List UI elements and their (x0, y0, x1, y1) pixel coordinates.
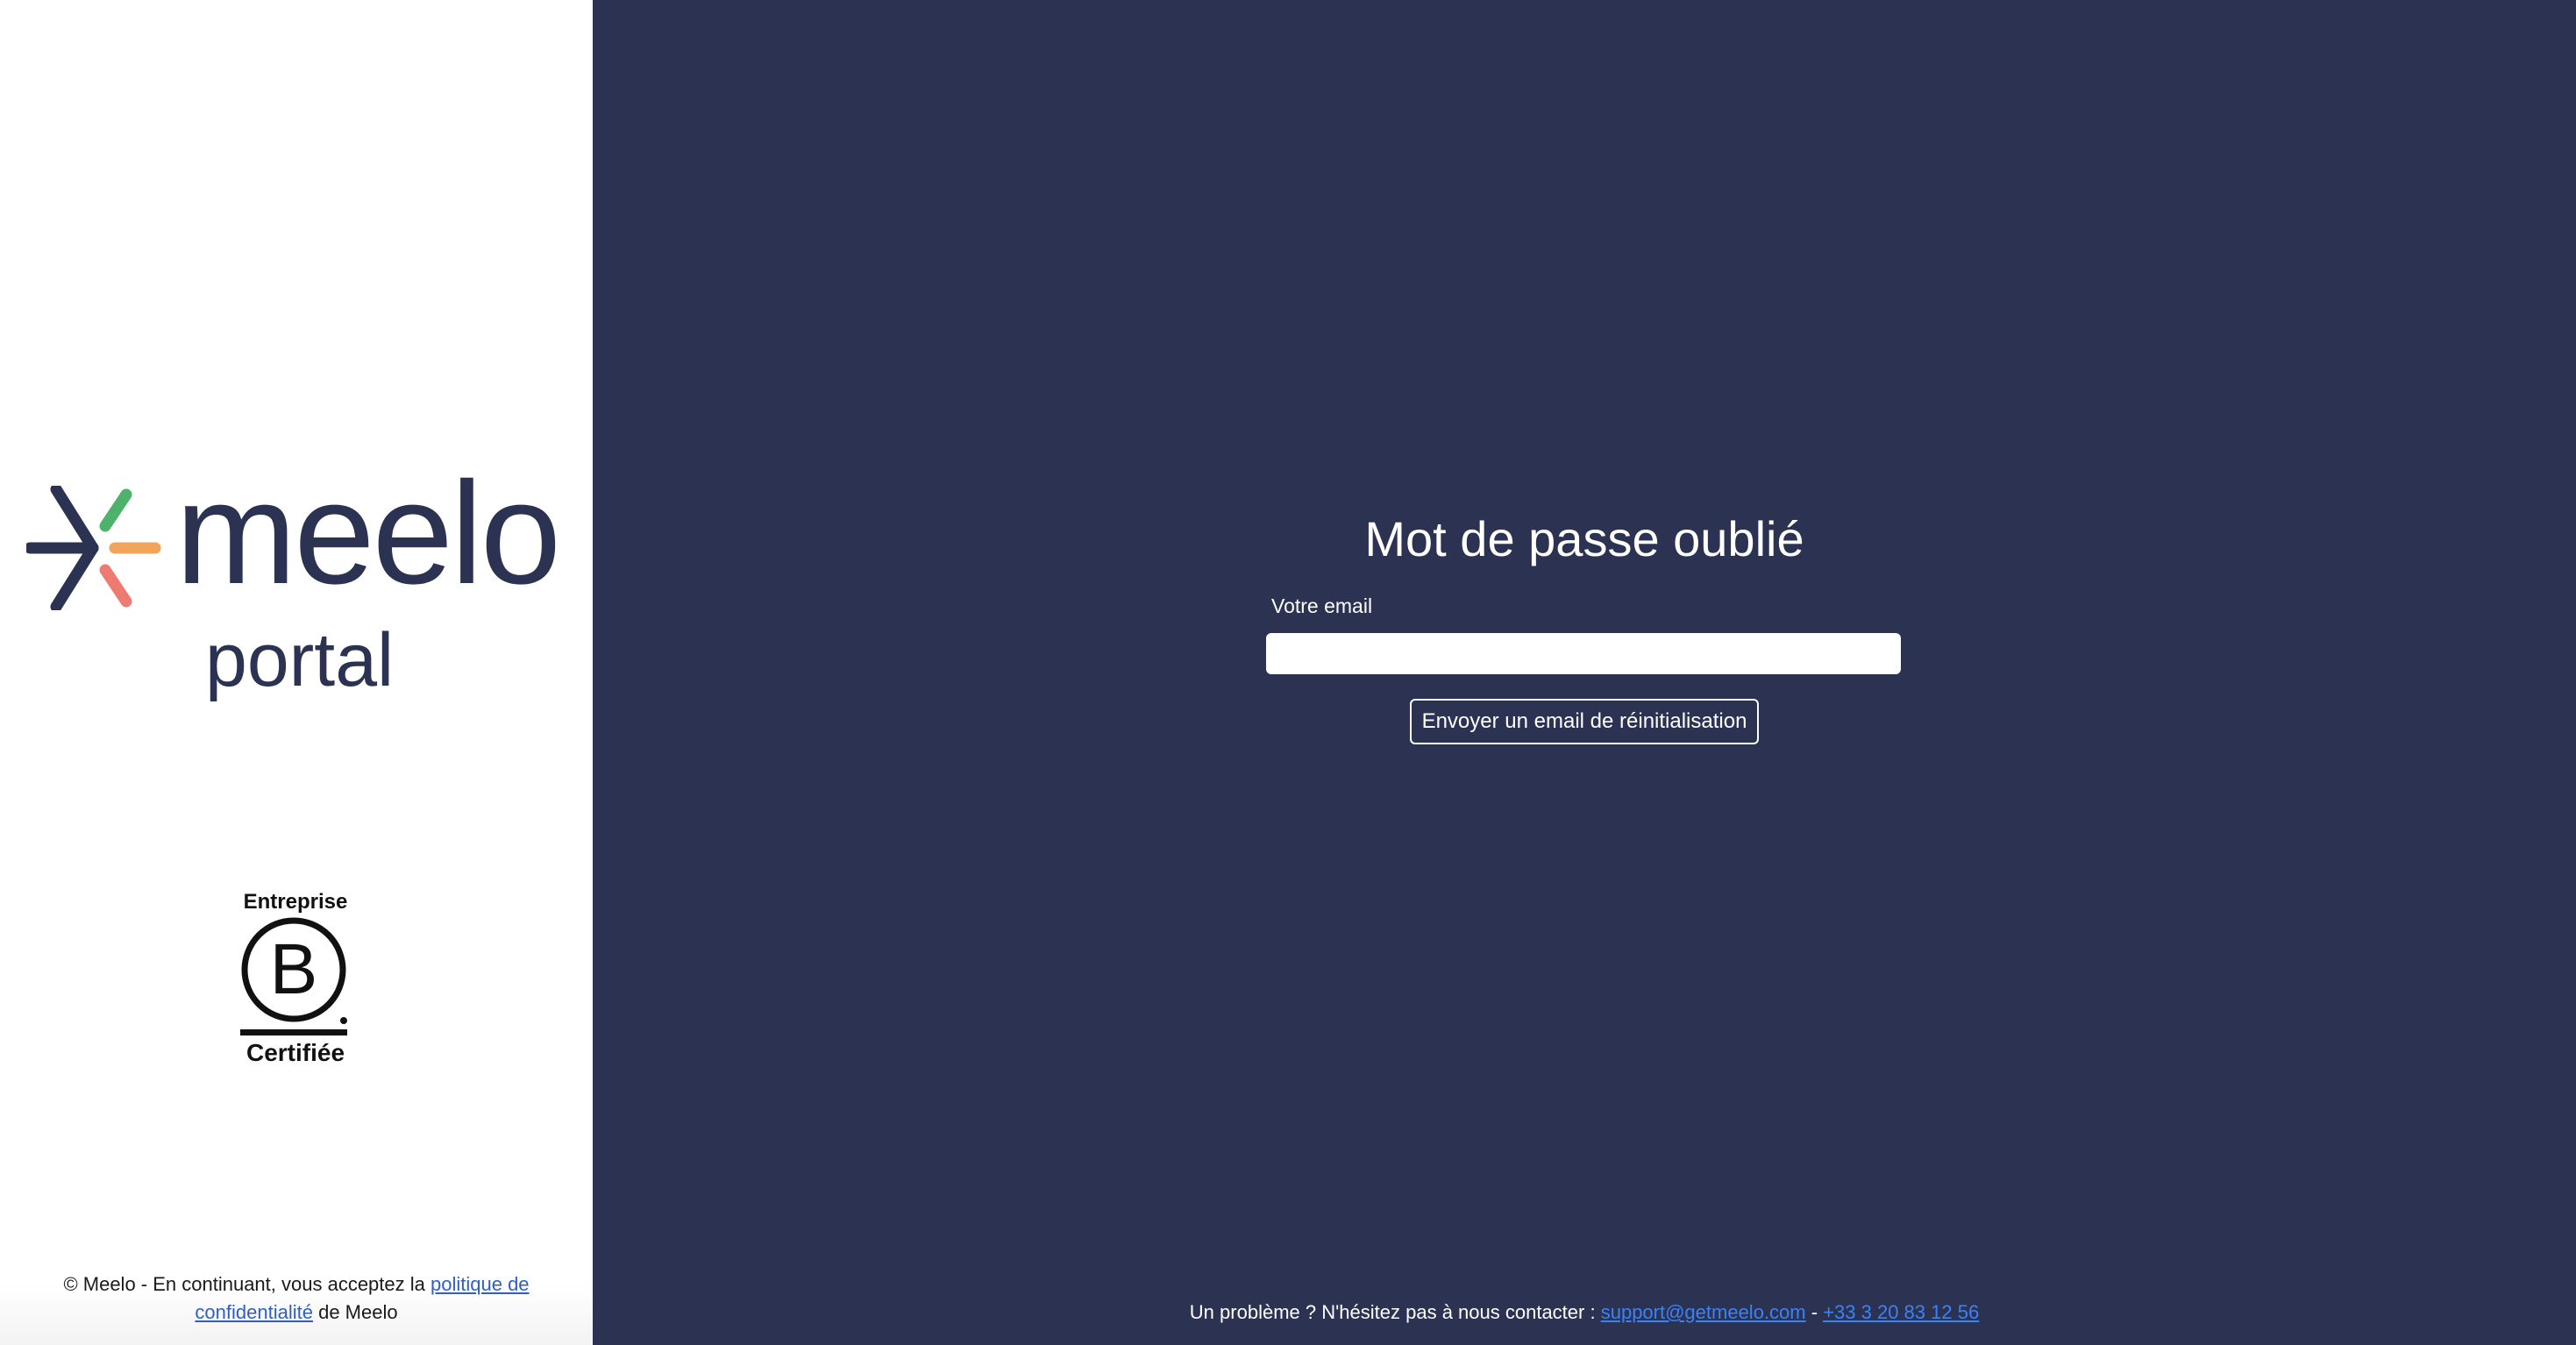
support-email-link[interactable]: support@getmeelo.com (1601, 1301, 1806, 1323)
contact-separator: - (1811, 1301, 1818, 1323)
email-label: Votre email (1271, 594, 1373, 617)
logo-wordmark: meelo (175, 452, 561, 615)
b-corp-top-text: Entreprise (243, 890, 348, 914)
email-field[interactable] (1266, 633, 1901, 674)
contact-text: Un problème ? N'hésitez pas à nous conta… (1189, 1301, 1596, 1323)
legal-suffix: de Meelo (318, 1301, 398, 1323)
b-corp-letter: B (270, 929, 318, 1009)
form-panel: Mot de passe oublié Votre email Envoyer … (593, 0, 2576, 1345)
support-phone-link[interactable]: +33 3 20 83 12 56 (1823, 1301, 1979, 1323)
page-title: Mot de passe oublié (1364, 511, 1804, 566)
contact-footer: Un problème ? N'hésitez pas à nous conta… (593, 1299, 2576, 1327)
page: meelo portal Entreprise B Certifiée © Me… (0, 0, 2576, 1345)
b-corp-bottom-text: Certifiée (246, 1039, 345, 1066)
b-corp-badge: Entreprise B Certifiée (240, 891, 351, 1075)
b-corp-logo-icon: B (240, 917, 347, 1035)
legal-prefix: © Meelo - En continuant, vous acceptez l… (63, 1273, 425, 1295)
brand-panel: meelo portal Entreprise B Certifiée © Me… (0, 0, 593, 1345)
legal-notice: © Meelo - En continuant, vous acceptez l… (35, 1270, 558, 1327)
meelo-logo-mark-icon (26, 486, 161, 610)
send-reset-email-button[interactable]: Envoyer un email de réinitialisation (1410, 699, 1759, 744)
meelo-logo: meelo portal (26, 461, 570, 708)
logo-subtitle: portal (205, 618, 395, 702)
